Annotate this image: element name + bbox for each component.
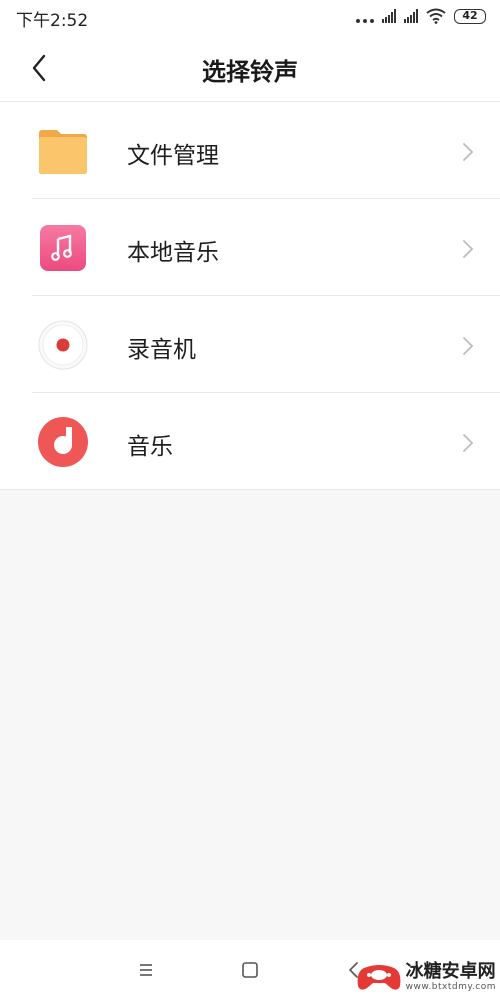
list-item-label: 本地音乐 bbox=[127, 240, 219, 266]
chevron-right-icon bbox=[463, 240, 474, 258]
chevron-right-icon bbox=[463, 337, 474, 355]
watermark-text: 冰糖安卓网 bbox=[405, 961, 496, 982]
title-bar: 选择铃声 bbox=[0, 32, 500, 102]
watermark: 冰糖安卓网 www.btxtdmy.com bbox=[356, 960, 496, 994]
list-item-local-music[interactable]: 本地音乐 bbox=[0, 199, 500, 296]
status-bar: 下午2:52 42 bbox=[0, 0, 500, 32]
list-item-label: 音乐 bbox=[127, 434, 173, 460]
divider bbox=[0, 489, 500, 490]
page-title: 选择铃声 bbox=[202, 58, 298, 86]
list-item-music[interactable]: 音乐 bbox=[0, 393, 500, 490]
music-app-icon bbox=[38, 417, 88, 467]
status-icons: 42 bbox=[356, 7, 486, 25]
chevron-right-icon bbox=[463, 434, 474, 452]
list-item-label: 文件管理 bbox=[127, 143, 219, 169]
battery-icon: 42 bbox=[454, 8, 486, 24]
chevron-right-icon bbox=[463, 143, 474, 161]
gamepad-logo-icon bbox=[357, 965, 401, 990]
wifi-icon bbox=[426, 8, 446, 24]
music-note-icon bbox=[40, 225, 86, 271]
list-item-recorder[interactable]: 录音机 bbox=[0, 296, 500, 393]
folder-icon bbox=[39, 130, 87, 174]
status-time: 下午2:52 bbox=[16, 11, 89, 31]
navigation-bar: 冰糖安卓网 www.btxtdmy.com bbox=[0, 940, 500, 1000]
recorder-icon bbox=[38, 320, 88, 370]
list-item-label: 录音机 bbox=[127, 337, 196, 363]
more-dots-icon bbox=[356, 9, 374, 23]
ringtone-source-list: 文件管理 本地音乐 录音机 音乐 bbox=[0, 102, 500, 490]
menu-button[interactable] bbox=[134, 958, 158, 982]
signal-icon-2 bbox=[404, 9, 418, 23]
home-button[interactable] bbox=[238, 958, 262, 982]
list-item-file-manager[interactable]: 文件管理 bbox=[0, 102, 500, 199]
signal-icon bbox=[382, 9, 396, 23]
watermark-url: www.btxtdmy.com bbox=[405, 982, 496, 992]
